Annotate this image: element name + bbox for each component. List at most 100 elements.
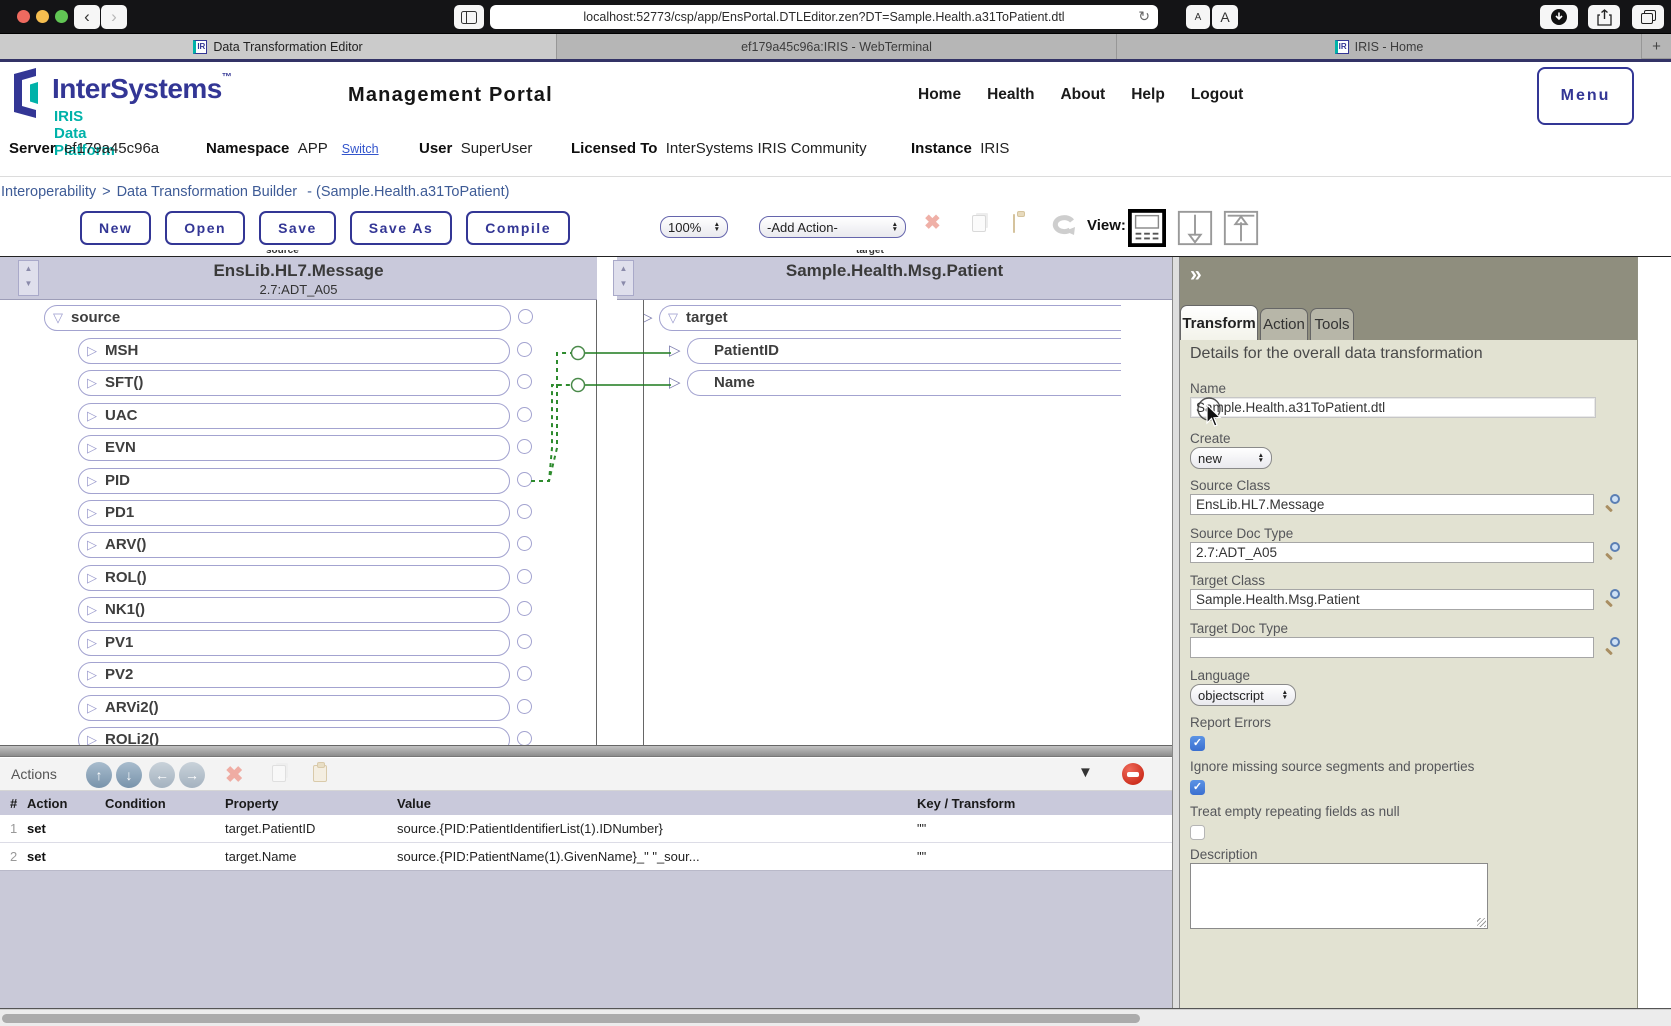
connector-port[interactable]	[517, 666, 532, 681]
nav-logout[interactable]: Logout	[1191, 86, 1244, 104]
close-window-icon[interactable]	[17, 10, 30, 23]
connector-port[interactable]	[517, 731, 532, 745]
remove-icon[interactable]	[1122, 763, 1144, 785]
menu-button[interactable]: Menu	[1537, 67, 1634, 125]
tree-node-pid[interactable]: ▷ PID	[78, 468, 532, 494]
downloads-button[interactable]	[1540, 5, 1578, 29]
connector-port[interactable]	[517, 699, 532, 714]
breadcrumb-interoperability[interactable]: Interoperability	[1, 184, 96, 200]
source-class-input[interactable]	[1190, 494, 1594, 515]
expand-icon[interactable]: ▷	[87, 404, 97, 428]
create-select[interactable]: new ▲ ▼	[1190, 447, 1272, 469]
share-button[interactable]	[1588, 5, 1620, 29]
move-down-button[interactable]: ↓	[116, 762, 142, 788]
panel-resize-divider[interactable]	[1172, 257, 1180, 1008]
move-up-button[interactable]: ↑	[86, 762, 112, 788]
view-expand-bottom-icon[interactable]	[1176, 209, 1214, 247]
connector-port[interactable]	[518, 309, 533, 324]
nav-home[interactable]: Home	[918, 86, 961, 104]
collapse-panel-icon[interactable]: »	[1190, 263, 1202, 287]
search-class-icon[interactable]	[1604, 494, 1621, 513]
font-larger-button[interactable]: A	[1212, 5, 1238, 29]
new-button[interactable]: New	[80, 211, 152, 245]
tab-webterminal[interactable]: ef179a45c96a:IRIS - WebTerminal	[557, 34, 1117, 59]
tab-action[interactable]: Action	[1260, 308, 1308, 340]
tree-node-evn[interactable]: ▷ EVN	[78, 435, 532, 461]
reload-icon[interactable]: ↻	[1138, 8, 1150, 25]
expand-icon[interactable]: ▷	[644, 305, 653, 331]
tree-node-arv[interactable]: ▷ ARV()	[78, 532, 532, 558]
expand-icon[interactable]: ▷	[87, 339, 97, 363]
tree-node-target-root[interactable]: ▷ ▽ target	[644, 305, 1121, 331]
collapse-icon[interactable]: ▽	[53, 306, 63, 330]
tab-tools[interactable]: Tools	[1310, 308, 1354, 340]
expand-icon[interactable]: ▷	[87, 371, 97, 395]
forward-button[interactable]: ›	[101, 5, 127, 29]
connector-port[interactable]	[517, 569, 532, 584]
filter-dropdown-icon[interactable]: ▼	[1078, 764, 1093, 781]
description-textarea[interactable]	[1190, 863, 1488, 929]
minimize-window-icon[interactable]	[36, 10, 49, 23]
back-button[interactable]: ‹	[74, 5, 100, 29]
expand-icon[interactable]: ▷	[87, 696, 97, 720]
tab-transform[interactable]: Transform	[1180, 305, 1258, 340]
nav-help[interactable]: Help	[1131, 86, 1165, 104]
connector-port[interactable]	[517, 504, 532, 519]
report-errors-checkbox[interactable]: ✓	[1190, 736, 1205, 751]
ignore-missing-checkbox[interactable]: ✓	[1190, 780, 1205, 795]
connector-port[interactable]	[517, 342, 532, 357]
view-split-icon[interactable]	[1128, 209, 1166, 247]
connector-port[interactable]	[517, 634, 532, 649]
nav-about[interactable]: About	[1060, 86, 1105, 104]
tree-node-rol[interactable]: ▷ ROL()	[78, 565, 532, 591]
scrollbar-thumb[interactable]	[2, 1014, 1140, 1023]
connector-port[interactable]	[517, 439, 532, 454]
tab-iris-home[interactable]: IR IRIS - Home	[1117, 34, 1642, 59]
zoom-select[interactable]: 100% ▲ ▼	[660, 216, 728, 238]
tree-node-source-root[interactable]: ▽ source	[44, 305, 533, 331]
connector-port[interactable]	[517, 374, 532, 389]
tree-node-pd1[interactable]: ▷ PD1	[78, 500, 532, 526]
tab-overview-button[interactable]	[1632, 5, 1664, 29]
switch-namespace-link[interactable]: Switch	[342, 142, 379, 156]
horizontal-scrollbar[interactable]	[0, 1009, 1671, 1026]
move-left-button[interactable]: ←	[149, 762, 175, 788]
new-tab-button[interactable]: +	[1642, 34, 1671, 58]
expand-icon[interactable]: ▷	[87, 566, 97, 590]
treat-empty-checkbox[interactable]	[1190, 825, 1205, 840]
expand-icon[interactable]: ▷	[87, 436, 97, 460]
connector-port[interactable]	[517, 536, 532, 551]
collapse-icon[interactable]: ▽	[668, 306, 678, 330]
tree-node-sft[interactable]: ▷ SFT()	[78, 370, 532, 396]
expand-icon[interactable]: ▷	[87, 728, 97, 745]
search-doctype-icon[interactable]	[1604, 542, 1621, 561]
sidebar-icon[interactable]	[454, 5, 484, 29]
add-action-select[interactable]: -Add Action- ▲ ▼	[759, 216, 906, 238]
breadcrumb-page[interactable]: Data Transformation Builder	[117, 184, 298, 200]
tree-node-name[interactable]: ▷ Name	[669, 370, 1121, 396]
col-key-transform[interactable]: Key / Transform	[917, 796, 1172, 811]
target-class-input[interactable]	[1190, 589, 1594, 610]
expand-icon[interactable]: ▷	[87, 663, 97, 687]
col-value[interactable]: Value	[397, 796, 917, 811]
tree-node-nk1[interactable]: ▷ NK1()	[78, 597, 532, 623]
tree-node-patientid[interactable]: ▷ PatientID	[669, 338, 1121, 364]
col-property[interactable]: Property	[225, 796, 397, 811]
font-smaller-button[interactable]: A	[1186, 5, 1210, 29]
action-row-2[interactable]: 2 set target.Name source.{PID:PatientNam…	[0, 843, 1172, 871]
tree-node-uac[interactable]: ▷ UAC	[78, 403, 532, 429]
tree-node-roli2[interactable]: ▷ ROLi2()	[78, 727, 532, 745]
connector-port[interactable]	[517, 472, 532, 487]
source-doc-type-input[interactable]	[1190, 542, 1594, 563]
expand-icon[interactable]: ▷	[87, 501, 97, 525]
nav-health[interactable]: Health	[987, 86, 1034, 104]
target-scroll-widget[interactable]: ▲ ▼	[613, 260, 634, 296]
language-select[interactable]: objectscript ▲ ▼	[1190, 684, 1296, 706]
tree-node-pv2[interactable]: ▷ PV2	[78, 662, 532, 688]
move-right-button[interactable]: →	[179, 762, 205, 788]
expand-icon[interactable]: ▷	[87, 533, 97, 557]
tree-node-pv1[interactable]: ▷ PV1	[78, 630, 532, 656]
tree-node-arvi2[interactable]: ▷ ARVi2()	[78, 695, 532, 721]
connector-port[interactable]	[517, 601, 532, 616]
panel-splitter[interactable]	[0, 745, 1172, 757]
